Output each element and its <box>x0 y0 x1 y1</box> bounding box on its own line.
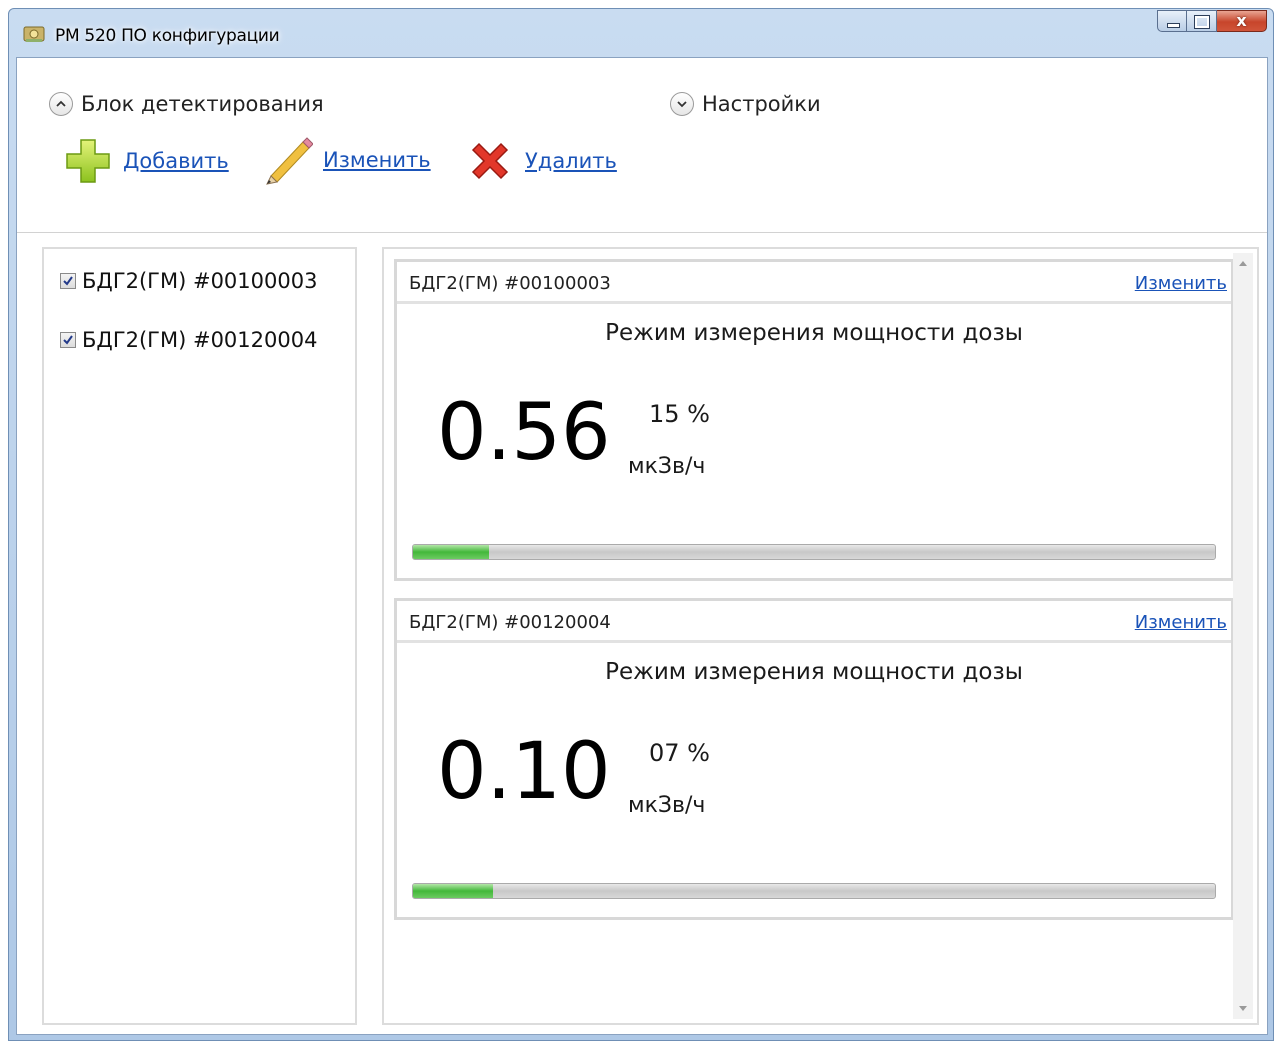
dose-progress-bar <box>412 883 1216 899</box>
card-edit-link[interactable]: Изменить <box>1135 273 1227 294</box>
edit-button[interactable]: Изменить <box>323 148 431 172</box>
card-edit-link[interactable]: Изменить <box>1135 612 1227 633</box>
dose-rate-error-percent: 07 % <box>649 739 710 767</box>
delete-action: Удалить <box>467 138 617 184</box>
close-icon: x <box>1236 11 1247 30</box>
progress-fill <box>413 884 494 898</box>
dose-rate-error-percent: 15 % <box>649 400 710 428</box>
card-header: БДГ2(ГМ) #00100003 Изменить <box>397 262 1231 304</box>
device-list-pane: БДГ2(ГМ) #00100003 БДГ2(ГМ) #00120004 <box>42 247 357 1025</box>
pencil-icon <box>263 134 314 186</box>
toolbar-area: Блок детектирования Настройки Добавить И… <box>17 58 1267 233</box>
add-button[interactable]: Добавить <box>123 149 229 173</box>
dose-rate-value: 0.56 <box>437 388 611 478</box>
expander-settings-label: Настройки <box>702 92 821 116</box>
red-x-icon <box>467 138 513 184</box>
window-title: РМ 520 ПО конфигурации <box>55 26 280 46</box>
device-list-item[interactable]: БДГ2(ГМ) #00100003 <box>60 269 317 293</box>
checkbox[interactable] <box>60 332 76 348</box>
title-bar[interactable]: РМ 520 ПО конфигурации x <box>9 9 1273 57</box>
expander-settings[interactable]: Настройки <box>670 92 821 116</box>
card-mode-label: Режим измерения мощности дозы <box>605 320 1023 346</box>
add-action: Добавить <box>65 138 229 184</box>
chevron-down-icon <box>670 92 694 116</box>
progress-fill <box>413 545 490 559</box>
checkmark-icon <box>63 335 73 345</box>
device-cards-pane: БДГ2(ГМ) #00100003 Изменить Режим измере… <box>382 247 1259 1025</box>
dose-rate-value: 0.10 <box>437 727 611 817</box>
app-icon <box>23 25 45 43</box>
chevron-up-icon <box>49 92 73 116</box>
checkbox[interactable] <box>60 273 76 289</box>
card-title: БДГ2(ГМ) #00100003 <box>409 273 611 294</box>
card-title: БДГ2(ГМ) #00120004 <box>409 612 611 633</box>
checkmark-icon <box>63 276 73 286</box>
dose-rate-unit: мкЗв/ч <box>628 454 706 479</box>
expander-detection-block[interactable]: Блок детектирования <box>49 92 324 116</box>
device-list-label: БДГ2(ГМ) #00120004 <box>82 328 318 352</box>
window-controls: x <box>1157 10 1267 34</box>
delete-button[interactable]: Удалить <box>525 149 617 173</box>
card-mode-label: Режим измерения мощности дозы <box>605 659 1023 685</box>
card-header: БДГ2(ГМ) #00120004 Изменить <box>397 601 1231 643</box>
scroll-down-icon[interactable] <box>1239 1006 1247 1011</box>
device-list-label: БДГ2(ГМ) #00100003 <box>82 269 318 293</box>
device-list-item[interactable]: БДГ2(ГМ) #00120004 <box>60 328 317 352</box>
dose-rate-unit: мкЗв/ч <box>628 793 706 818</box>
client-area: Блок детектирования Настройки Добавить И… <box>16 57 1268 1035</box>
minimize-button[interactable] <box>1157 10 1187 32</box>
maximize-button[interactable] <box>1187 10 1217 32</box>
close-button[interactable]: x <box>1217 10 1267 32</box>
edit-action: Изменить <box>263 134 431 186</box>
vertical-scrollbar[interactable] <box>1233 253 1253 1019</box>
app-window: РМ 520 ПО конфигурации x Блок детектиров… <box>8 8 1274 1041</box>
expander-detection-label: Блок детектирования <box>81 92 324 116</box>
device-card: БДГ2(ГМ) #00100003 Изменить Режим измере… <box>394 259 1234 581</box>
device-card: БДГ2(ГМ) #00120004 Изменить Режим измере… <box>394 598 1234 920</box>
scroll-up-icon[interactable] <box>1239 261 1247 266</box>
plus-icon <box>65 138 111 184</box>
dose-progress-bar <box>412 544 1216 560</box>
